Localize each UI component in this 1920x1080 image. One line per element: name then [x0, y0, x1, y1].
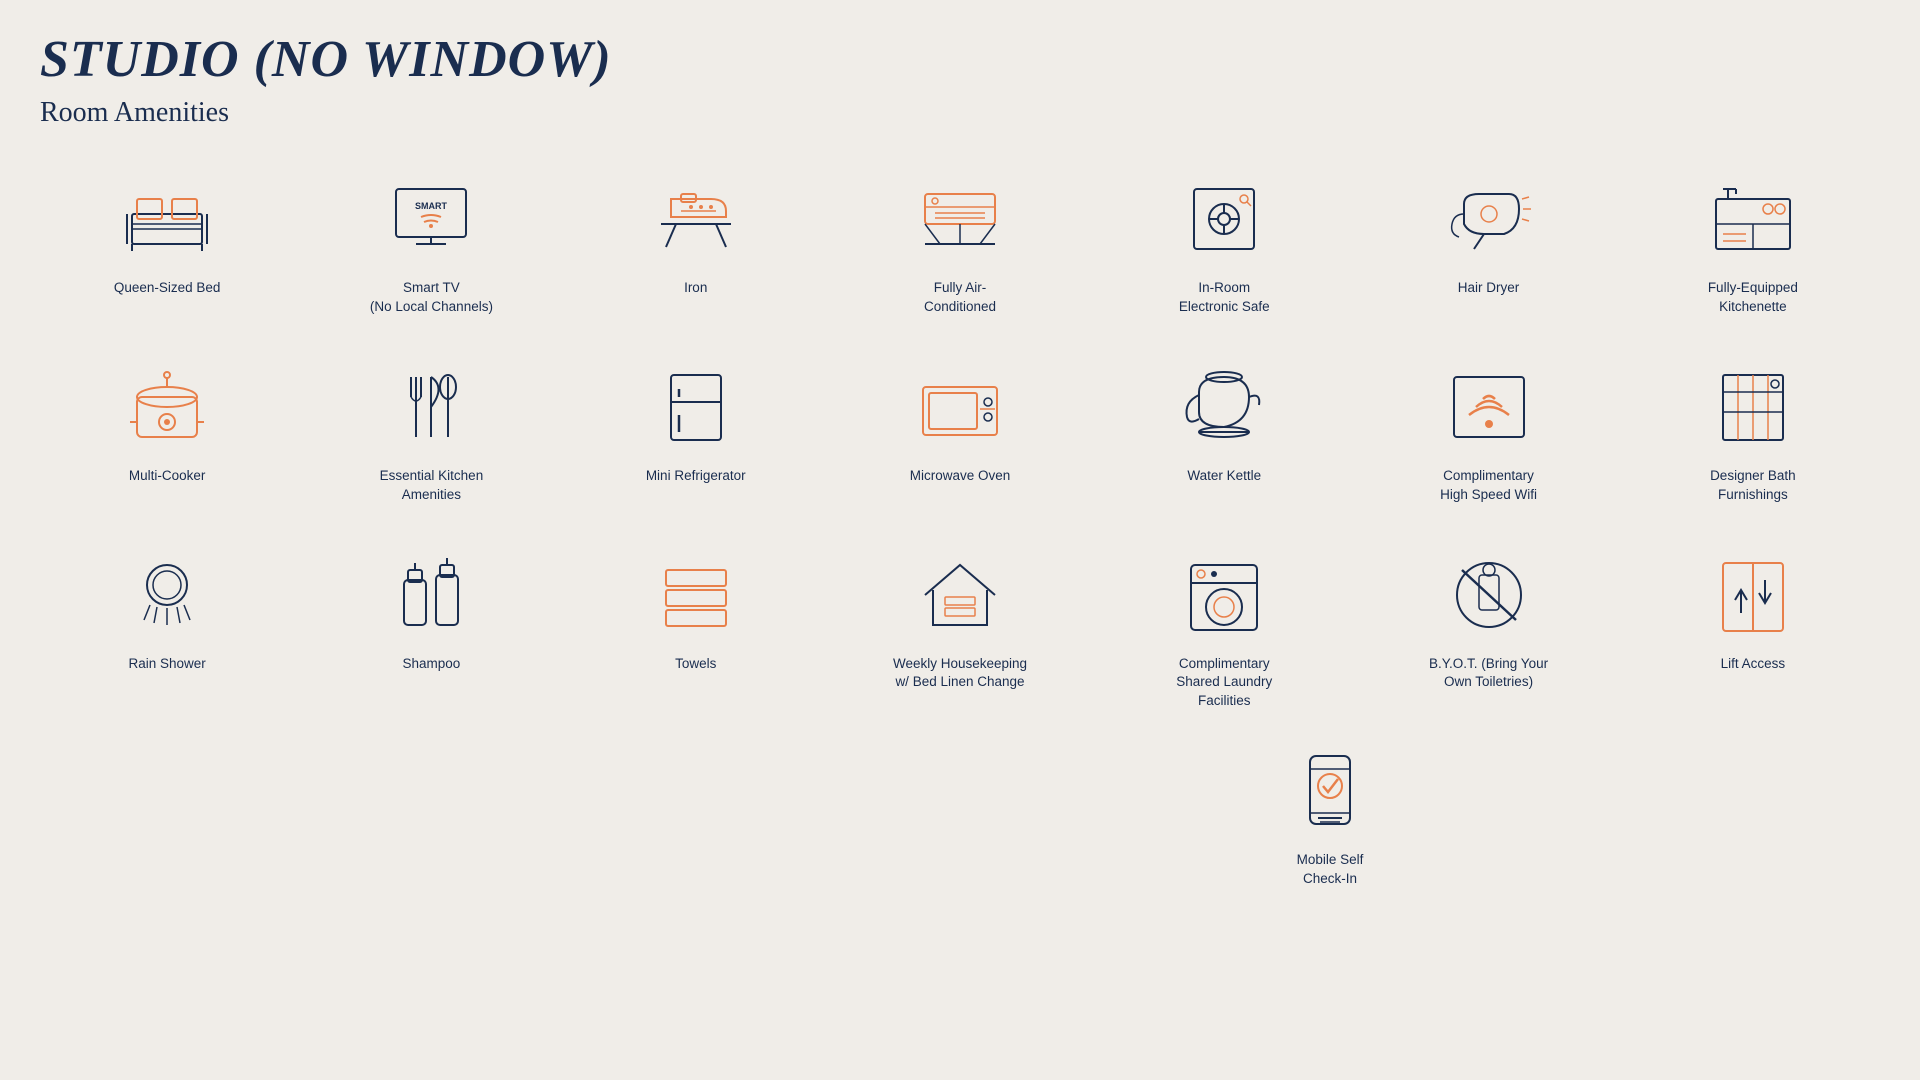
amenity-label: Weekly Housekeepingw/ Bed Linen Change: [893, 655, 1027, 693]
amenity-mobile-checkin: Mobile SelfCheck-In: [1270, 731, 1390, 899]
amenity-label: In-RoomElectronic Safe: [1179, 279, 1270, 317]
amenity-label: Multi-Cooker: [129, 467, 206, 486]
amenity-iron: Iron: [569, 159, 823, 327]
amenity-microwave: Microwave Oven: [833, 347, 1087, 515]
amenity-label: ComplimentaryShared LaundryFacilities: [1176, 655, 1272, 712]
amenity-label: Lift Access: [1721, 655, 1786, 674]
amenity-smart-tv: SMART Smart TV(No Local Channels): [304, 159, 558, 327]
amenity-label: Smart TV(No Local Channels): [370, 279, 493, 317]
amenity-label: Designer BathFurnishings: [1710, 467, 1796, 505]
amenity-shower: Rain Shower: [40, 535, 294, 722]
amenity-label: Iron: [684, 279, 707, 298]
amenity-byot: B.Y.O.T. (Bring YourOwn Toiletries): [1361, 535, 1615, 722]
amenity-laundry: ComplimentaryShared LaundryFacilities: [1097, 535, 1351, 722]
amenity-label: Water Kettle: [1187, 467, 1261, 486]
amenity-label: Mini Refrigerator: [646, 467, 746, 486]
amenity-kitchenette: Fully-EquippedKitchenette: [1626, 159, 1880, 327]
amenity-label: Fully-EquippedKitchenette: [1708, 279, 1798, 317]
svg-text:SMART: SMART: [415, 201, 447, 211]
amenity-kettle: Water Kettle: [1097, 347, 1351, 515]
amenity-bath: Designer BathFurnishings: [1626, 347, 1880, 515]
amenity-label: Fully Air-Conditioned: [924, 279, 996, 317]
amenity-label: Hair Dryer: [1458, 279, 1520, 298]
page-subtitle: Room Amenities: [40, 97, 1880, 129]
amenity-label: Microwave Oven: [910, 467, 1011, 486]
amenity-kitchen-amenities: Essential KitchenAmenities: [304, 347, 558, 515]
amenity-label: Shampoo: [403, 655, 461, 674]
amenity-label: B.Y.O.T. (Bring YourOwn Toiletries): [1429, 655, 1548, 693]
amenity-label: ComplimentaryHigh Speed Wifi: [1440, 467, 1537, 505]
amenity-safe: In-RoomElectronic Safe: [1097, 159, 1351, 327]
amenity-label: Towels: [675, 655, 716, 674]
amenity-label: Mobile SelfCheck-In: [1297, 851, 1364, 889]
amenity-towels: Towels: [569, 535, 823, 722]
amenity-hair-dryer: Hair Dryer: [1361, 159, 1615, 327]
amenity-mini-fridge: Mini Refrigerator: [569, 347, 823, 515]
amenity-label: Rain Shower: [128, 655, 205, 674]
amenity-label: Queen-Sized Bed: [114, 279, 221, 298]
amenity-lift: Lift Access: [1626, 535, 1880, 722]
amenity-wifi: ComplimentaryHigh Speed Wifi: [1361, 347, 1615, 515]
page-title: STUDIO (NO WINDOW): [40, 30, 1880, 89]
amenity-multi-cooker: Multi-Cooker: [40, 347, 294, 515]
amenity-label: Essential KitchenAmenities: [380, 467, 484, 505]
amenity-queen-bed: Queen-Sized Bed: [40, 159, 294, 327]
amenities-grid: Queen-Sized Bed SMART Smart TV(No Local …: [40, 159, 1880, 721]
amenity-housekeeping: Weekly Housekeepingw/ Bed Linen Change: [833, 535, 1087, 722]
amenity-ac: Fully Air-Conditioned: [833, 159, 1087, 327]
amenity-shampoo: Shampoo: [304, 535, 558, 722]
